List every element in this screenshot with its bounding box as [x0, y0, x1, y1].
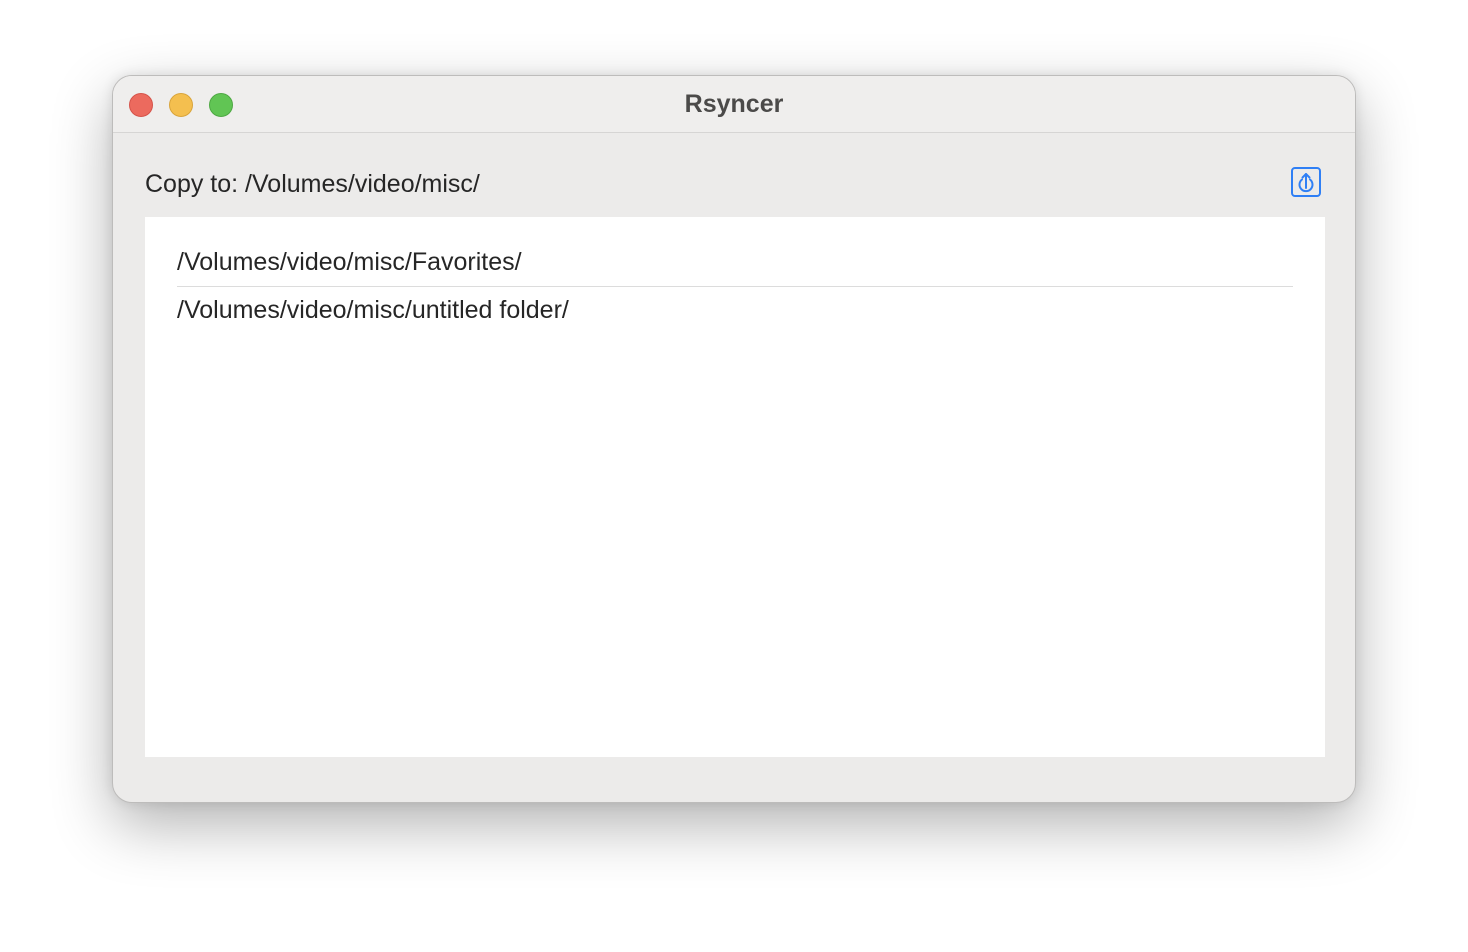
list-item[interactable]: /Volumes/video/misc/Favorites/ [177, 238, 1293, 287]
app-window: Rsyncer Copy to: /Volumes/video/misc/ /V… [112, 75, 1356, 803]
destination-label: Copy to: /Volumes/video/misc/ [145, 170, 480, 198]
list-item[interactable]: /Volumes/video/misc/untitled folder/ [177, 286, 1293, 334]
folder-list[interactable]: /Volumes/video/misc/Favorites/ /Volumes/… [145, 217, 1325, 757]
window-title: Rsyncer [684, 90, 784, 118]
choose-destination-button[interactable] [1290, 166, 1322, 198]
title-bar[interactable]: Rsyncer [113, 76, 1355, 133]
arrow-up-square-icon [1291, 167, 1321, 197]
